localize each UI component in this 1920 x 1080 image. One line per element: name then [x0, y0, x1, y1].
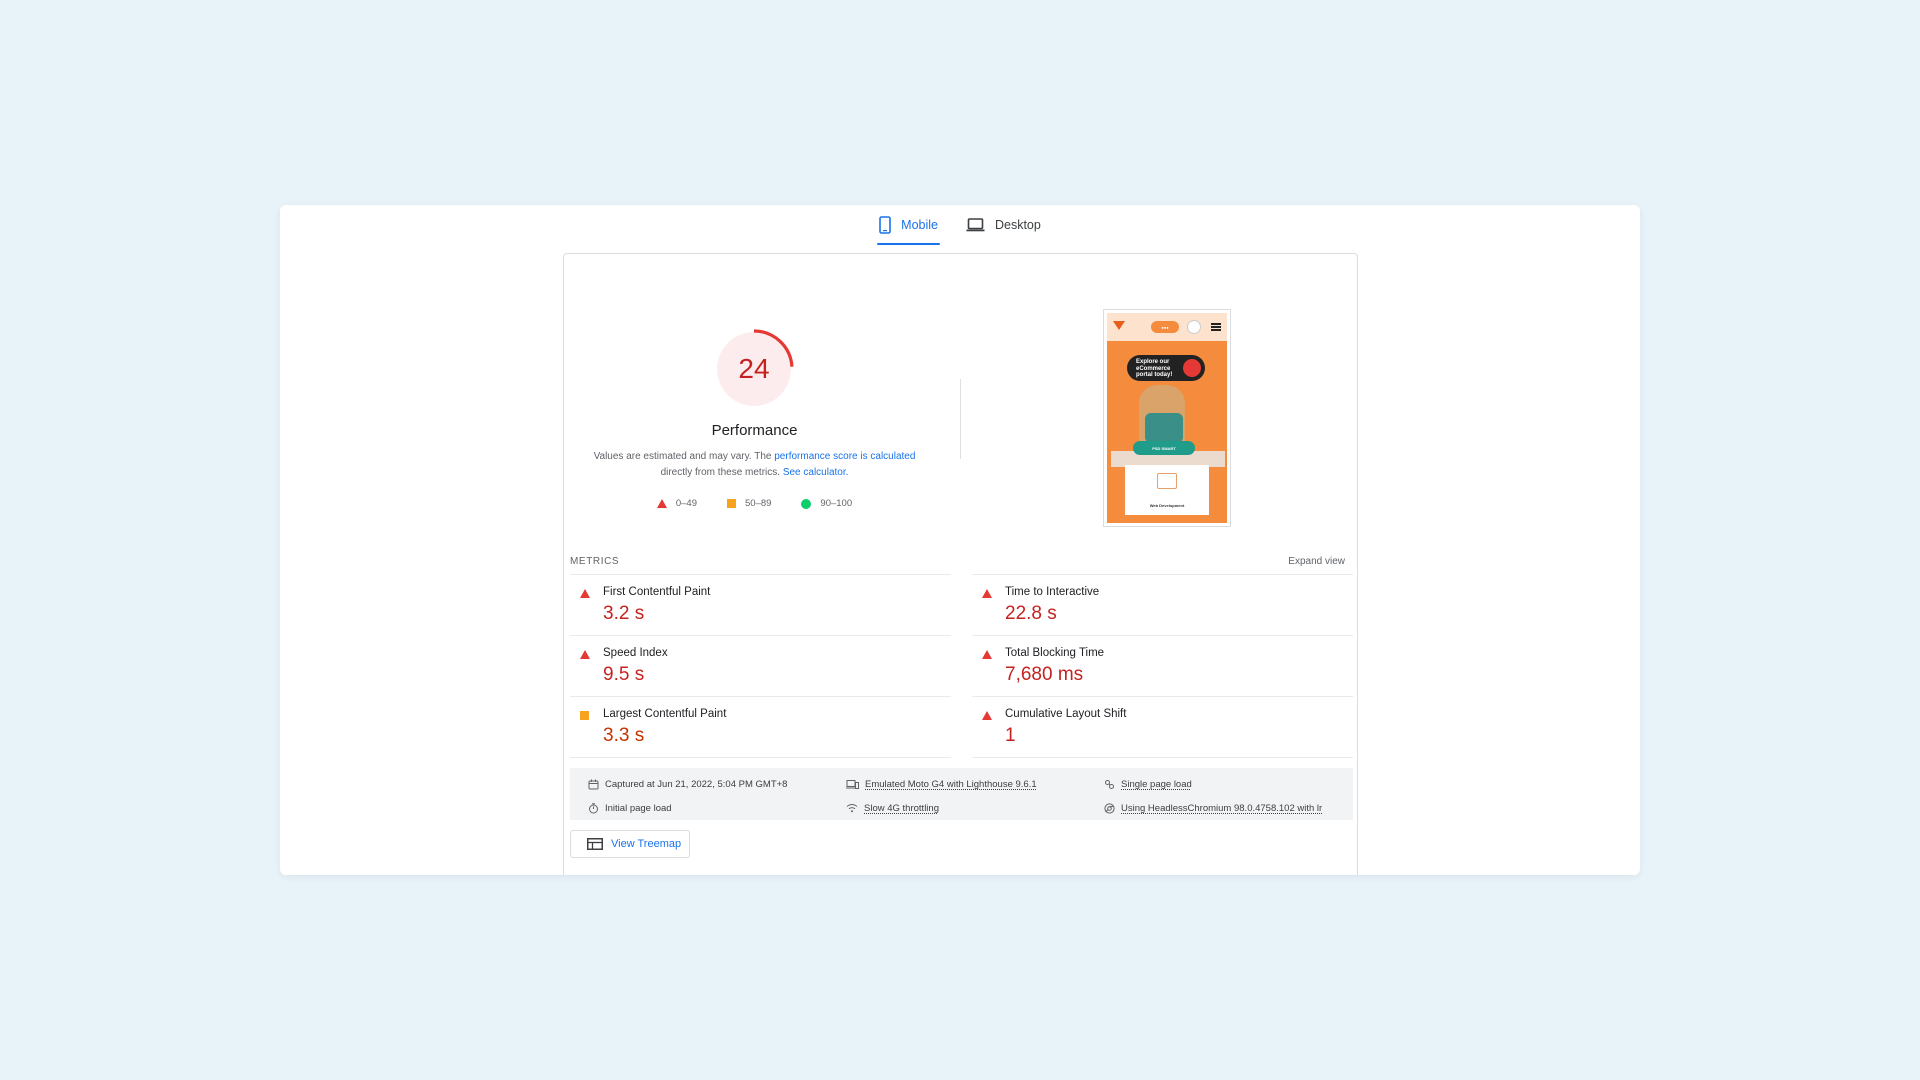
see-calculator-link[interactable]: See calculator.: [783, 467, 849, 478]
hero-figure-shirt: [1145, 413, 1183, 443]
metric-largest-contentful-paint: Largest Contentful Paint 3.3 s: [570, 696, 951, 757]
site-header: ●●●: [1107, 313, 1227, 341]
metric-name: Time to Interactive: [1005, 586, 1100, 598]
performance-score-link[interactable]: performance score is calculated: [774, 451, 915, 462]
hero-band: PSD SMART: [1133, 441, 1195, 455]
metric-name: Cumulative Layout Shift: [1005, 708, 1127, 720]
score-legend: 0–49 50–89 90–100: [564, 498, 945, 509]
section-divider: [960, 379, 961, 459]
hero-bubble: Explore our eCommerce portal today!: [1127, 355, 1205, 381]
monitor-icon: [1157, 473, 1177, 489]
metrics-divider: [570, 757, 951, 758]
fail-triangle-icon: [982, 589, 992, 598]
performance-score: 24: [738, 353, 770, 384]
metrics-divider: [972, 757, 1353, 758]
performance-description: Values are estimated and may vary. The p…: [584, 449, 925, 481]
fail-triangle-icon: [580, 589, 590, 598]
circle-icon: [801, 498, 812, 509]
desc-text-1: Values are estimated and may vary. The: [593, 451, 775, 462]
final-screenshot[interactable]: ●●● Explore our eCommerce portal today! …: [1103, 309, 1231, 527]
runtime-captured-text: Captured at Jun 21, 2022, 5:04 PM GMT+8: [605, 778, 788, 790]
lighthouse-report-card: 24 Performance Values are estimated and …: [563, 253, 1358, 875]
timer-icon: [589, 802, 598, 813]
runtime-browser-text: Using HeadlessChromium 98.0.4758.102 wit…: [1121, 802, 1323, 814]
triangle-icon: [656, 499, 667, 508]
laptop-icon: [966, 218, 985, 232]
legend-average-label: 50–89: [745, 498, 772, 509]
fail-triangle-icon: [580, 650, 590, 659]
expand-view-toggle[interactable]: Expand view: [1288, 556, 1345, 567]
tab-desktop[interactable]: Desktop: [966, 205, 1041, 245]
view-treemap-label: View Treemap: [611, 838, 682, 850]
legend-fail: 0–49: [656, 498, 697, 509]
service-card-label: Web Development: [1149, 503, 1185, 508]
metric-value: 3.3 s: [603, 725, 645, 746]
service-card: Web Development: [1125, 465, 1209, 521]
average-square-icon: [580, 711, 589, 720]
metric-first-contentful-paint: First Contentful Paint 3.2 s: [570, 574, 951, 635]
site-logo-icon: [1113, 321, 1125, 330]
metric-total-blocking-time: Total Blocking Time 7,680 ms: [972, 635, 1353, 696]
performance-title: Performance: [711, 422, 798, 439]
runtime-load-type-text: Single page load: [1121, 778, 1192, 790]
tab-desktop-label: Desktop: [994, 218, 1041, 232]
single-load-icon: [1105, 779, 1114, 789]
whatsapp-icon: [1187, 320, 1201, 334]
phone-icon: [879, 216, 891, 234]
fail-triangle-icon: [982, 650, 992, 659]
legend-fail-label: 0–49: [675, 498, 697, 509]
calendar-icon: [588, 779, 599, 789]
metric-time-to-interactive: Time to Interactive 22.8 s: [972, 574, 1353, 635]
runtime-browser[interactable]: Using HeadlessChromium 98.0.4758.102 wit…: [1104, 800, 1344, 816]
hamburger-icon: [1211, 323, 1221, 331]
metric-value: 3.2 s: [603, 603, 645, 624]
legend-pass: 90–100: [801, 498, 852, 509]
metric-speed-index: Speed Index 9.5 s: [570, 635, 951, 696]
metric-name: Total Blocking Time: [1005, 647, 1105, 659]
metric-cumulative-layout-shift: Cumulative Layout Shift 1: [972, 696, 1353, 757]
device-tabs: Mobile Desktop: [280, 205, 1640, 245]
metric-value: 22.8 s: [1005, 603, 1057, 624]
runtime-throttling-text: Slow 4G throttling: [864, 802, 939, 814]
report-window: Mobile Desktop 24 Performance Values are…: [280, 205, 1640, 875]
runtime-load-type[interactable]: Single page load: [1104, 776, 1344, 792]
metric-value: 7,680 ms: [1005, 664, 1084, 685]
screenshot-image: ●●● Explore our eCommerce portal today! …: [1107, 313, 1227, 523]
devices-icon: [846, 779, 859, 789]
treemap-icon: [587, 838, 603, 850]
metric-name: Largest Contentful Paint: [603, 708, 727, 720]
runtime-throttling[interactable]: Slow 4G throttling: [846, 800, 1104, 816]
legend-average: 50–89: [727, 498, 771, 509]
chrome-icon: [1104, 802, 1115, 814]
metrics-title: METRICS: [570, 556, 620, 567]
metric-name: First Contentful Paint: [603, 586, 711, 598]
wifi-icon: [846, 804, 858, 813]
bubble-button-icon: [1183, 359, 1201, 377]
tab-mobile[interactable]: Mobile: [877, 205, 940, 245]
runtime-initial: Initial page load: [588, 800, 846, 816]
fail-triangle-icon: [982, 711, 992, 720]
site-pill-button: ●●●: [1151, 321, 1179, 333]
site-footer-strip: [1107, 515, 1227, 523]
runtime-initial-text: Initial page load: [605, 802, 672, 814]
runtime-device-text: Emulated Moto G4 with Lighthouse 9.6.1: [865, 778, 1037, 790]
view-treemap-button[interactable]: View Treemap: [570, 830, 690, 858]
tab-mobile-label: Mobile: [901, 218, 938, 232]
legend-pass-label: 90–100: [820, 498, 853, 509]
runtime-settings: Captured at Jun 21, 2022, 5:04 PM GMT+8 …: [570, 768, 1353, 820]
desc-text-2: directly from these metrics.: [660, 467, 783, 478]
metrics-grid: First Contentful Paint 3.2 s Time to Int…: [570, 574, 1353, 758]
square-icon: [727, 499, 736, 508]
metric-value: 1: [1005, 725, 1016, 746]
runtime-device[interactable]: Emulated Moto G4 with Lighthouse 9.6.1: [846, 776, 1104, 792]
metric-value: 9.5 s: [603, 664, 645, 685]
metric-name: Speed Index: [603, 647, 668, 659]
performance-gauge: 24: [714, 329, 794, 409]
runtime-captured: Captured at Jun 21, 2022, 5:04 PM GMT+8: [588, 776, 846, 792]
metrics-header: METRICS Expand view: [570, 556, 1345, 567]
